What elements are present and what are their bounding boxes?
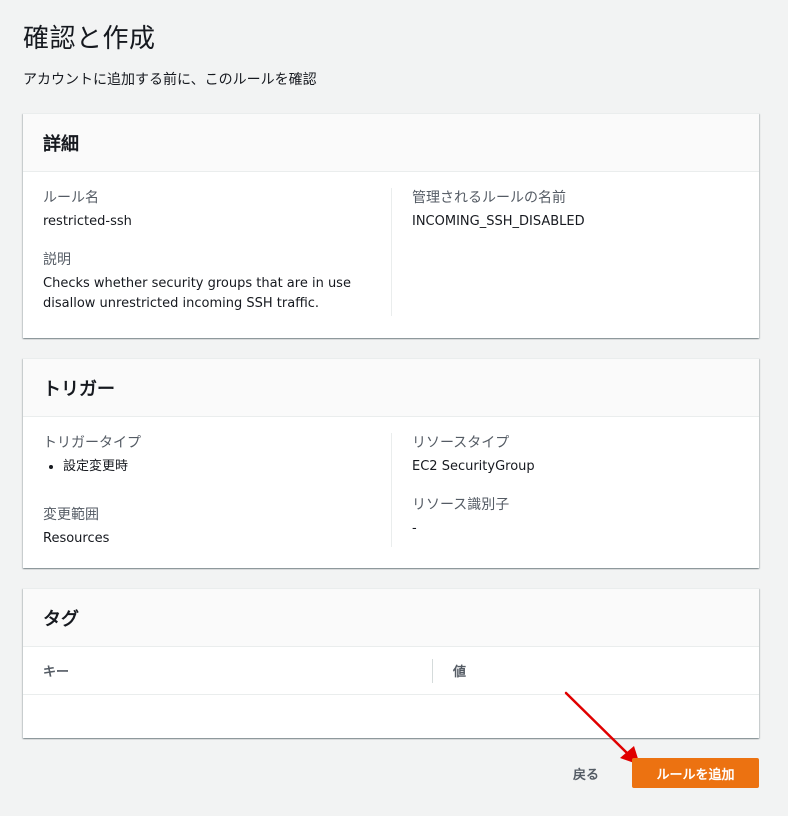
details-panel: 詳細 ルール名 restricted-ssh 説明 Checks whether… — [23, 113, 759, 338]
details-left-column: ルール名 restricted-ssh 説明 Checks whether se… — [43, 188, 363, 332]
trigger-type-item: 設定変更時 — [63, 457, 363, 477]
trigger-right-column: リソースタイプ EC2 SecurityGroup リソース識別子 - — [412, 433, 732, 557]
resource-type-label: リソースタイプ — [412, 435, 510, 451]
resource-id-label: リソース識別子 — [412, 497, 510, 513]
resource-id-value: - — [412, 521, 417, 536]
scope-value: Resources — [43, 531, 110, 546]
details-header: 詳細 — [23, 114, 759, 172]
tags-column-separator — [432, 659, 433, 683]
tags-header: タグ — [23, 589, 759, 647]
trigger-left-column: トリガータイプ 設定変更時 変更範囲 Resources — [43, 433, 363, 567]
back-button[interactable]: 戻る — [560, 758, 612, 788]
annotation-arrow-icon — [564, 691, 640, 765]
managed-rule-name-value: INCOMING_SSH_DISABLED — [412, 214, 585, 229]
tags-column-key: キー — [43, 665, 70, 680]
resource-type-value: EC2 SecurityGroup — [412, 459, 535, 474]
tags-column-value: 値 — [453, 665, 467, 680]
details-column-divider — [391, 188, 392, 316]
rule-name-value: restricted-ssh — [43, 214, 132, 229]
details-right-column: 管理されるルールの名前 INCOMING_SSH_DISABLED — [412, 188, 732, 250]
managed-rule-name-label: 管理されるルールの名前 — [412, 190, 566, 206]
add-rule-button[interactable]: ルールを追加 — [632, 758, 759, 788]
page-title: 確認と作成 — [23, 24, 156, 54]
trigger-type-label: トリガータイプ — [43, 435, 141, 451]
description-label: 説明 — [43, 252, 71, 268]
trigger-column-divider — [391, 433, 392, 547]
trigger-header: トリガー — [23, 359, 759, 417]
description-value: Checks whether security groups that are … — [43, 276, 351, 311]
scope-label: 変更範囲 — [43, 507, 99, 523]
trigger-type-list: 設定変更時 — [43, 457, 363, 477]
trigger-panel: トリガー トリガータイプ 設定変更時 変更範囲 Resources リソースタイ… — [23, 358, 759, 568]
rule-name-label: ルール名 — [43, 190, 99, 206]
page-subtitle: アカウントに追加する前に、このルールを確認 — [23, 72, 317, 88]
